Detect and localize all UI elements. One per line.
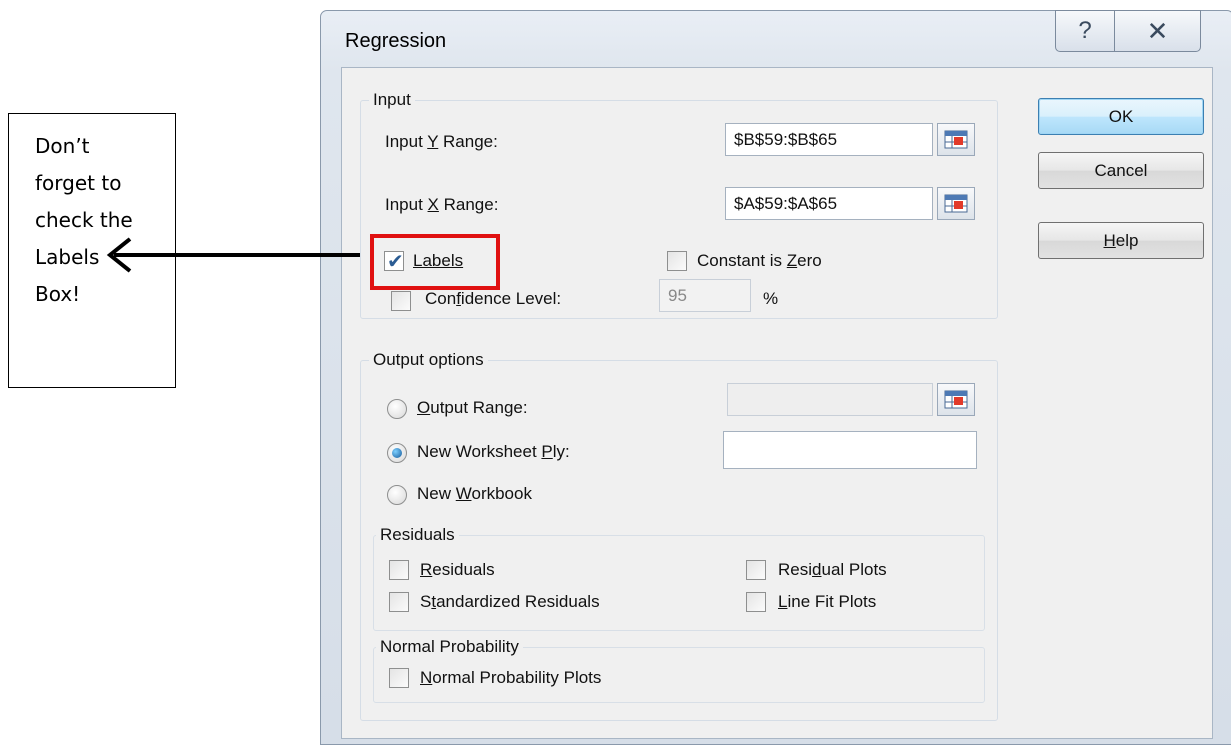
residuals-checkbox[interactable]: [389, 560, 409, 580]
residuals-legend: Residuals: [376, 525, 459, 545]
regression-dialog: Regression ? ✕ Input Input Y Range: $B$5…: [320, 10, 1231, 745]
x-range-collapse-button[interactable]: [937, 187, 975, 220]
standardized-residuals-checkbox[interactable]: [389, 592, 409, 612]
range-selector-icon: [944, 194, 968, 213]
input-y-range-field[interactable]: $B$59:$B$65: [725, 123, 933, 156]
line-fit-plots-checkbox[interactable]: [746, 592, 766, 612]
new-worksheet-ply-field[interactable]: [723, 431, 977, 469]
residual-plots-label: Residual Plots: [778, 560, 887, 579]
standardized-residuals-label: Standardized Residuals: [420, 592, 600, 611]
new-workbook-label: New Workbook: [417, 484, 532, 503]
normal-probability-plots-label: Normal Probability Plots: [420, 668, 602, 687]
callout-note: Don’t forget to check the Labels Box!: [8, 113, 176, 388]
output-options-legend: Output options: [369, 350, 488, 370]
input-legend: Input: [369, 90, 415, 110]
output-range-radio[interactable]: [387, 399, 407, 419]
input-y-range-label: Input Y Range:: [385, 132, 498, 151]
new-workbook-radio[interactable]: [387, 485, 407, 505]
labels-highlight-box: [370, 234, 500, 290]
dialog-content: Input Input Y Range: $B$59:$B$65 Input X…: [341, 67, 1213, 739]
normal-probability-plots-checkbox[interactable]: [389, 668, 409, 688]
constant-zero-checkbox[interactable]: [667, 251, 687, 271]
range-selector-icon: [944, 390, 968, 409]
confidence-level-field[interactable]: 95: [659, 279, 751, 312]
radio-selected-dot: [392, 448, 402, 458]
y-range-collapse-button[interactable]: [937, 123, 975, 156]
note-line: forget to: [35, 171, 122, 195]
output-range-field[interactable]: [727, 383, 933, 416]
cancel-button[interactable]: Cancel: [1038, 152, 1204, 189]
residual-plots-checkbox[interactable]: [746, 560, 766, 580]
note-line: Labels: [35, 245, 100, 269]
help-label: Help: [1103, 230, 1139, 250]
line-fit-plots-label: Line Fit Plots: [778, 592, 877, 611]
input-x-range-field[interactable]: $A$59:$A$65: [725, 187, 933, 220]
note-line: Box!: [35, 282, 81, 306]
note-line: Don’t: [35, 134, 90, 158]
ok-button[interactable]: OK: [1038, 98, 1204, 135]
close-button[interactable]: ✕: [1114, 10, 1201, 52]
percent-label: %: [763, 289, 779, 308]
help-icon-button[interactable]: ?: [1055, 10, 1115, 52]
normal-probability-legend: Normal Probability: [376, 637, 523, 657]
confidence-level-label: Confidence Level:: [425, 289, 562, 308]
new-worksheet-ply-label: New Worksheet Ply:: [417, 442, 570, 461]
residuals-label: Residuals: [420, 560, 495, 579]
normal-probability-group: Normal Probability Normal Probability Pl…: [373, 637, 985, 703]
input-x-range-label: Input X Range:: [385, 195, 499, 214]
range-selector-icon: [944, 130, 968, 149]
output-options-group: Output options Output Range: New Workshe…: [360, 350, 998, 721]
constant-zero-label: Constant is Zero: [697, 251, 822, 270]
dialog-title: Regression: [345, 30, 447, 52]
help-button[interactable]: Help: [1038, 222, 1204, 259]
output-range-label: Output Range:: [417, 398, 528, 417]
confidence-level-checkbox[interactable]: [391, 291, 411, 311]
close-icon: ✕: [1146, 15, 1169, 46]
new-worksheet-ply-radio[interactable]: [387, 443, 407, 463]
note-line: check the: [35, 208, 133, 232]
question-icon: ?: [1078, 17, 1092, 44]
residuals-group: Residuals Residuals Standardized Residua…: [373, 525, 985, 631]
output-range-collapse-button[interactable]: [937, 383, 975, 416]
